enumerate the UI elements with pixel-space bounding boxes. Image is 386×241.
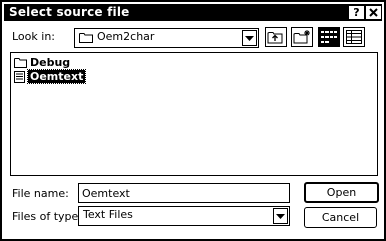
text-file-icon [14, 71, 25, 83]
up-one-level-button[interactable] [265, 27, 287, 47]
files-of-type-dropdown[interactable]: Text Files [78, 206, 290, 226]
dialog-title: Select source file [9, 5, 130, 19]
file-name-input[interactable] [79, 184, 289, 202]
file-name-debug: Debug [30, 56, 71, 69]
file-name-oemtext: Oemtext [26, 69, 87, 84]
open-button[interactable]: Open [304, 182, 379, 203]
look-in-label: Look in: [12, 30, 55, 43]
list-view-button[interactable] [318, 27, 340, 47]
close-icon [369, 8, 378, 17]
title-bar[interactable]: Select source file ? [4, 4, 382, 21]
close-button[interactable] [365, 5, 382, 20]
new-folder-icon [293, 30, 310, 44]
files-of-type-value: Text Files [83, 208, 133, 221]
file-list[interactable]: Debug Oemtext [10, 52, 378, 176]
file-name-field[interactable] [78, 183, 290, 203]
look-in-dropdown-arrow[interactable] [242, 30, 257, 46]
files-of-type-dropdown-arrow[interactable] [273, 208, 288, 224]
folder-icon [14, 58, 27, 68]
help-button[interactable]: ? [348, 5, 365, 20]
list-view-icon [321, 31, 337, 43]
file-name-label: File name: [12, 187, 69, 200]
cancel-button[interactable]: Cancel [304, 207, 377, 228]
look-in-dropdown[interactable]: Oem2char [74, 28, 259, 48]
chevron-down-icon [245, 36, 254, 41]
details-view-button[interactable] [343, 27, 365, 47]
details-view-icon [346, 30, 362, 44]
files-of-type-label: Files of type: [12, 210, 83, 223]
look-in-value: Oem2char [97, 30, 155, 43]
chevron-down-icon [276, 214, 285, 219]
select-source-file-dialog: Select source file ? Look in: Oem2char D… [0, 0, 386, 241]
folder-icon [79, 33, 93, 43]
new-folder-button[interactable] [291, 27, 313, 47]
up-one-level-icon [267, 32, 283, 44]
